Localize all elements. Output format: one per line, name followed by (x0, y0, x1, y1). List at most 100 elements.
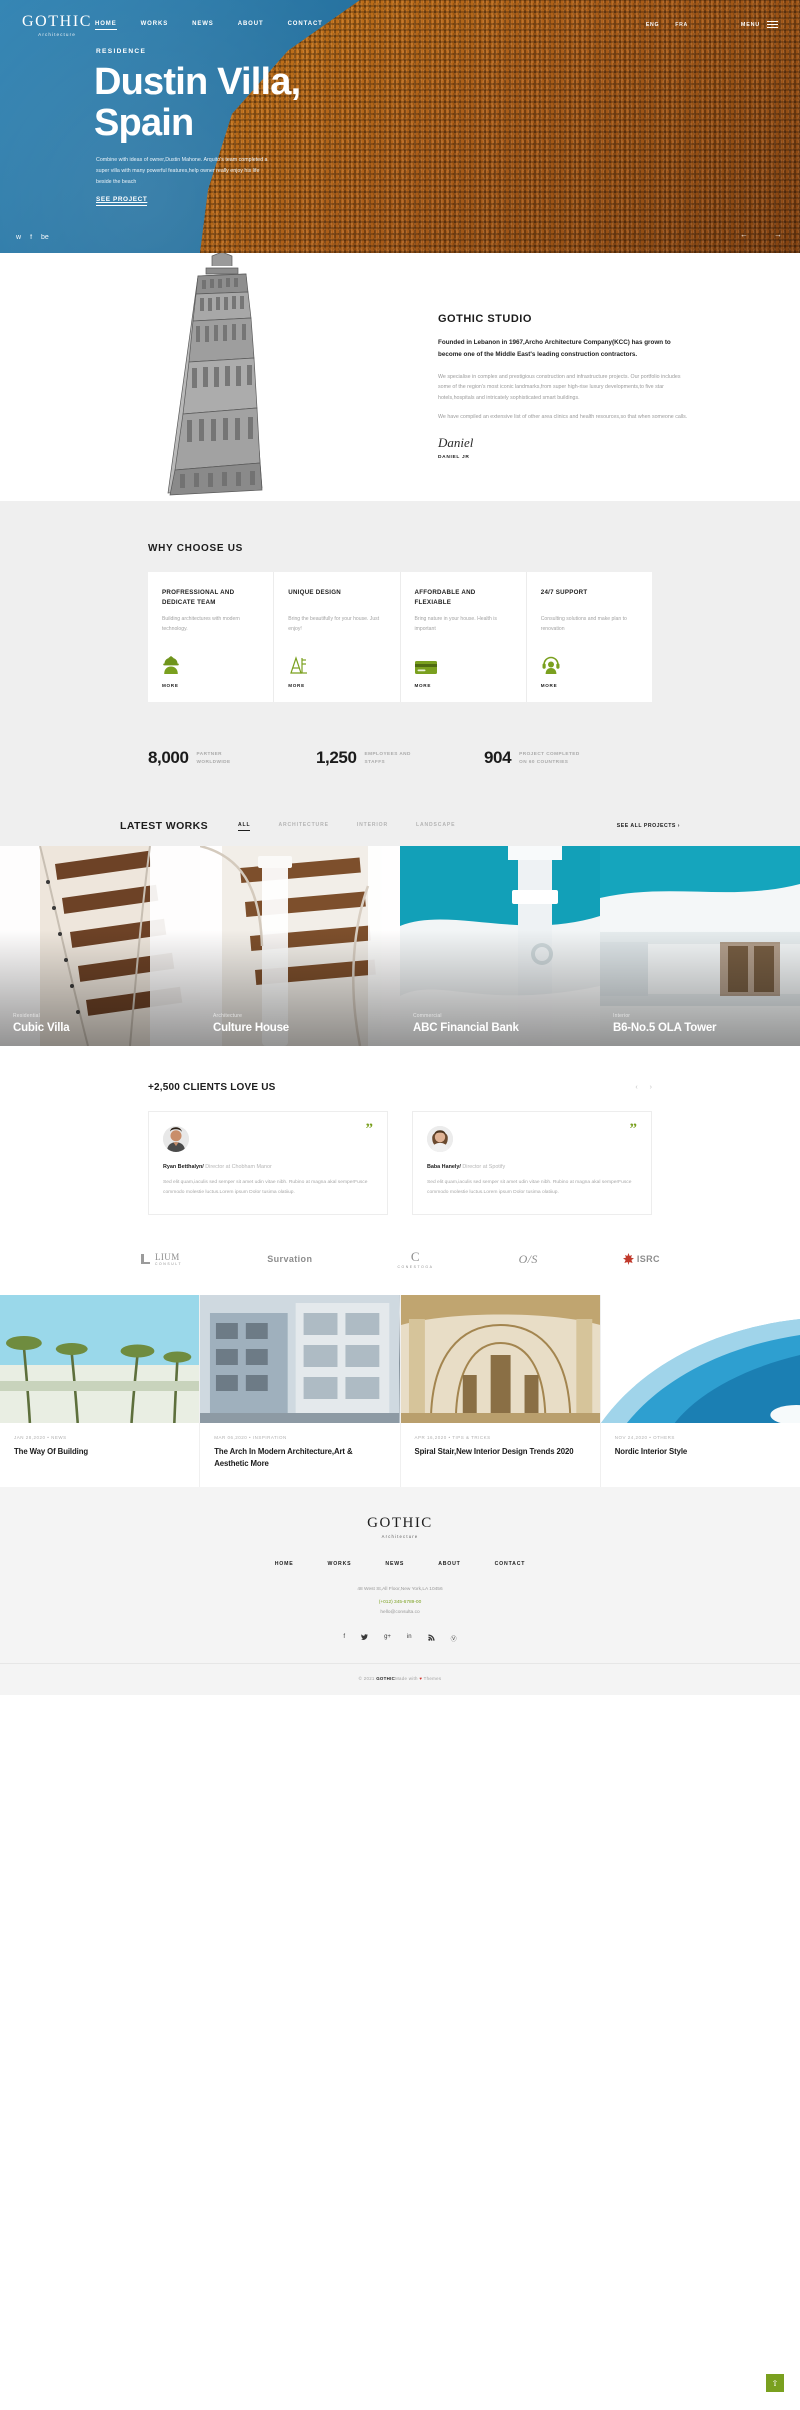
feature-card-more-link[interactable]: MORE (541, 683, 638, 688)
blog-card[interactable]: NOV 24,2020 • OTHERS Nordic Interior Sty… (599, 1295, 800, 1488)
testimonial-author-role: Director at Spotify (462, 1164, 506, 1170)
studio-paragraph-2: We have compiled an extensive list of ot… (438, 414, 688, 421)
client-logo-name: O/S (518, 1251, 538, 1266)
feature-card-unique-design[interactable]: UNIQUE DESIGN Bring the beautifully for … (273, 572, 399, 702)
curved-blue-roof-photo (600, 1295, 800, 1424)
arrow-left-icon[interactable]: ← (740, 230, 748, 239)
person-portrait-photo (427, 1126, 453, 1152)
feature-cards-row: PROFRESSIONAL AND DEDICATE TEAM Building… (148, 572, 652, 702)
footer-phone[interactable]: (+012) 345-6789-00 (0, 1598, 800, 1608)
twitter-icon[interactable]: ​ (361, 1633, 369, 1643)
statistics-section: 8,000 PARTNER WORLDWIDE 1,250 EMPLOYEES … (0, 702, 800, 820)
blog-card-meta: MAR 06,2020 • INSPIRATION (214, 1435, 287, 1441)
linkedin-icon[interactable]: in (407, 1634, 412, 1643)
stat-label: PARTNER WORLDWIDE (197, 750, 231, 766)
behance-icon[interactable]: be (41, 234, 49, 241)
feature-card-more-link[interactable]: MORE (288, 683, 385, 688)
modern-facade-photo (200, 1295, 400, 1424)
footer-nav-works[interactable]: WORKS (328, 1561, 352, 1567)
blog-card[interactable]: APR 16,2020 • TIPS & TRICKS Spiral Stair… (399, 1295, 600, 1488)
feature-card-support[interactable]: 24/7 SUPPORT Consulting solutions and ma… (525, 572, 652, 702)
rss-icon[interactable] (427, 1634, 435, 1643)
blog-card-title: The Way Of Building (14, 1447, 89, 1457)
footer: GOTHIC Architecture HOME WORKS NEWS ABOU… (0, 1487, 800, 2392)
back-to-top-button[interactable]: ⇧ (766, 2374, 784, 2392)
nav-item-about[interactable]: ABOUT (238, 21, 264, 30)
client-logo-name: LIUM (155, 1252, 180, 1263)
nav-item-news[interactable]: NEWS (192, 21, 214, 30)
google-plus-icon[interactable]: g+ (384, 1634, 391, 1643)
filter-landscape[interactable]: LANDSCAPE (416, 822, 455, 831)
nav-item-home[interactable]: HOME (95, 21, 117, 30)
blog-card[interactable]: MAR 06,2020 • INSPIRATION The Arch In Mo… (199, 1295, 400, 1488)
lium-mark-icon (141, 1254, 150, 1265)
footer-email[interactable]: hello@consulta.co (0, 1608, 800, 1618)
work-card-abc-financial-bank[interactable]: Commercial ABC Financial Bank (400, 846, 600, 1046)
client-logo-lium-consult: LIUM CONSULT (140, 1252, 182, 1266)
hero-title: Dustin Villa, Spain (94, 61, 301, 145)
statistics-row: 8,000 PARTNER WORLDWIDE 1,250 EMPLOYEES … (148, 748, 652, 768)
stat-label-line1: PARTNER (196, 751, 223, 757)
chevron-right-icon[interactable]: › (650, 1084, 652, 1091)
testimonials-row: ” Ryan Betthalyn/ Director at Chobham Ma… (148, 1111, 652, 1216)
work-card-title: Culture House (213, 1022, 289, 1034)
blog-card[interactable]: JAN 28,2020 • NEWS The Way Of Building (0, 1295, 200, 1488)
work-card-title: Cubic Villa (13, 1022, 70, 1034)
latest-works-header: LATEST WORKS ALL ARCHITECTURE INTERIOR L… (120, 820, 680, 832)
client-logos-section: LIUM CONSULT Survation C CONESTOGA O/S I… (0, 1215, 800, 1296)
stat-label-line1: PROJECT COMPLETED (519, 751, 580, 757)
footer-menu: HOME WORKS NEWS ABOUT CONTACT (0, 1561, 800, 1567)
language-option-eng[interactable]: ENG (646, 22, 659, 28)
person-portrait-photo (163, 1126, 189, 1152)
twitter-icon[interactable]: w (16, 234, 21, 241)
feature-card-text: Consulting solutions and make plan to re… (540, 616, 627, 632)
feature-card-professional-team[interactable]: PROFRESSIONAL AND DEDICATE TEAM Building… (148, 572, 273, 702)
flatiron-building-illustration (167, 253, 263, 496)
drafting-tools-icon (288, 653, 385, 675)
copyright-middle: Made with (395, 1675, 420, 1681)
filter-interior[interactable]: INTERIOR (357, 822, 388, 831)
pinterest-icon[interactable]: Ⓥ (451, 1634, 457, 1643)
studio-heading: GOTHIC STUDIO (438, 313, 532, 325)
facebook-icon[interactable]: f (30, 234, 32, 241)
site-logo[interactable]: GOTHIC Architecture (22, 14, 92, 38)
filter-architecture[interactable]: ARCHITECTURE (278, 822, 328, 831)
feature-card-affordable-flexiable[interactable]: AFFORDABLE AND FLEXIABLE Bring nature in… (399, 572, 526, 702)
footer-logo[interactable]: GOTHIC Architecture (0, 1515, 800, 1539)
footer-nav-about[interactable]: ABOUT (438, 1561, 460, 1567)
chevron-left-icon[interactable]: ‹ (635, 1084, 637, 1091)
work-card-cubic-villa[interactable]: Residential Cubic Villa (0, 846, 200, 1046)
worker-helmet-icon (162, 653, 259, 675)
main-menu: HOME WORKS NEWS ABOUT CONTACT (95, 21, 323, 30)
feature-card-more-link[interactable]: MORE (415, 683, 512, 688)
arrow-right-icon[interactable]: → (774, 230, 782, 239)
see-all-projects-link[interactable]: SEE ALL PROJECTS › (617, 823, 680, 829)
filter-all[interactable]: ALL (238, 822, 251, 831)
nav-item-contact[interactable]: CONTACT (288, 21, 323, 30)
work-card-culture-house[interactable]: Architecture Culture House (200, 846, 400, 1046)
client-logo-survation: Survation (267, 1254, 312, 1264)
testimonial-card: ” Baba Hanely/ Director at Spotify Sed e… (412, 1111, 652, 1216)
stat-label: PROJECT COMPLETED ON 60 COUNTRIES (519, 750, 580, 766)
see-project-button[interactable]: SEE PROJECT (96, 196, 148, 206)
menu-button[interactable]: MENU (741, 21, 778, 29)
quote-mark-icon: ” (629, 1121, 638, 1137)
stat-number: 1,250 (316, 748, 357, 767)
footer-nav-contact[interactable]: CONTACT (495, 1561, 526, 1567)
client-logo-conestoga: C CONESTOGA (397, 1249, 433, 1269)
hero-title-line2: Spain (94, 102, 194, 145)
testimonial-text: Sed elit quam,iaculis sed semper sit ame… (163, 1180, 368, 1196)
top-navigation: GOTHIC Architecture HOME WORKS NEWS ABOU… (0, 8, 800, 38)
language-option-fra[interactable]: FRA (675, 22, 688, 28)
client-logo-sub: CONESTOGA (397, 1265, 434, 1270)
footer-nav-home[interactable]: HOME (275, 1561, 294, 1567)
hero-title-line1: Dustin Villa, (94, 61, 301, 103)
feature-card-text: Bring nature in your house. Health is im… (414, 616, 497, 632)
hero-social-links: w f be (16, 234, 49, 241)
footer-nav-news[interactable]: NEWS (385, 1561, 404, 1567)
blog-card-meta: JAN 28,2020 • NEWS (14, 1435, 67, 1441)
feature-card-more-link[interactable]: MORE (162, 683, 259, 688)
nav-item-works[interactable]: WORKS (141, 21, 169, 30)
facebook-icon[interactable]: f (343, 1634, 345, 1643)
work-card-ola-tower[interactable]: Interior B6-No.5 OLA Tower (600, 846, 800, 1046)
